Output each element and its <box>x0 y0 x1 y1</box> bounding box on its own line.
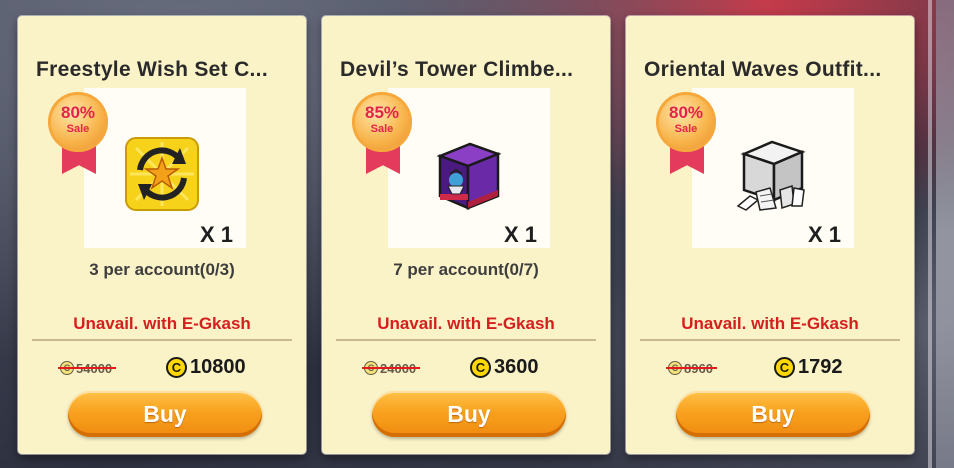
discount-percent: 85% <box>364 103 400 122</box>
payment-restriction: Unavail. with E-Gkash <box>73 314 251 333</box>
product-card: Freestyle Wish Set C... 80% Sale X 1 3 p… <box>18 16 306 454</box>
product-card: Oriental Waves Outfit... 80% Sale X 1 Un… <box>626 16 914 454</box>
divider <box>336 339 596 341</box>
divider <box>32 339 292 341</box>
sale-label: Sale <box>370 123 394 135</box>
product-title: Devil’s Tower Climbe... <box>340 58 574 81</box>
strikethrough <box>666 367 717 369</box>
payment-restriction: Unavail. with E-Gkash <box>377 314 555 333</box>
sale-badge: 80% Sale <box>48 92 110 182</box>
purchase-limit: 7 per account(0/7) <box>393 260 539 279</box>
coin-icon: C <box>774 356 795 378</box>
medal-icon: 85% Sale <box>352 92 412 152</box>
product-title: Freestyle Wish Set C... <box>36 58 268 81</box>
strikethrough <box>58 367 117 369</box>
strikethrough <box>362 367 421 369</box>
item-quantity: X 1 <box>808 222 842 247</box>
sale-price: C 3600 <box>470 354 539 380</box>
sale-price: C 10800 <box>166 354 246 380</box>
discount-percent: 80% <box>668 103 704 122</box>
sale-price-value: 3600 <box>494 355 539 378</box>
original-price: C 8960 <box>666 358 717 378</box>
purchase-limit: 3 per account(0/3) <box>89 260 235 279</box>
sale-price-value: 1792 <box>798 355 843 378</box>
purple-character-box-icon <box>436 142 502 210</box>
sale-label: Sale <box>66 123 90 135</box>
item-quantity: X 1 <box>200 222 234 247</box>
payment-restriction: Unavail. with E-Gkash <box>681 314 859 333</box>
sale-price-value: 10800 <box>190 355 246 378</box>
coin-icon: C <box>166 356 187 378</box>
medal-icon: 80% Sale <box>656 92 716 152</box>
item-quantity: X 1 <box>504 222 538 247</box>
product-card: Devil’s Tower Climbe... 85% Sale X 1 7 p… <box>322 16 610 454</box>
medal-icon: 80% Sale <box>48 92 108 152</box>
buy-button[interactable]: Buy <box>68 391 262 437</box>
original-price: C 54000 <box>58 358 117 378</box>
sale-label: Sale <box>674 123 698 135</box>
sale-badge: 85% Sale <box>352 92 414 182</box>
outfit-box-icon <box>736 140 806 211</box>
background-decoration-strip <box>936 0 954 468</box>
product-title: Oriental Waves Outfit... <box>644 58 882 81</box>
star-reset-coupon-icon <box>125 137 199 211</box>
sale-badge: 80% Sale <box>656 92 718 182</box>
coin-icon: C <box>470 356 491 378</box>
buy-button[interactable]: Buy <box>676 391 870 437</box>
original-price: C 24000 <box>362 358 421 378</box>
buy-button[interactable]: Buy <box>372 391 566 437</box>
sale-price: C 1792 <box>774 354 843 380</box>
background-decoration <box>928 0 932 468</box>
discount-percent: 80% <box>60 103 96 122</box>
divider <box>640 339 900 341</box>
